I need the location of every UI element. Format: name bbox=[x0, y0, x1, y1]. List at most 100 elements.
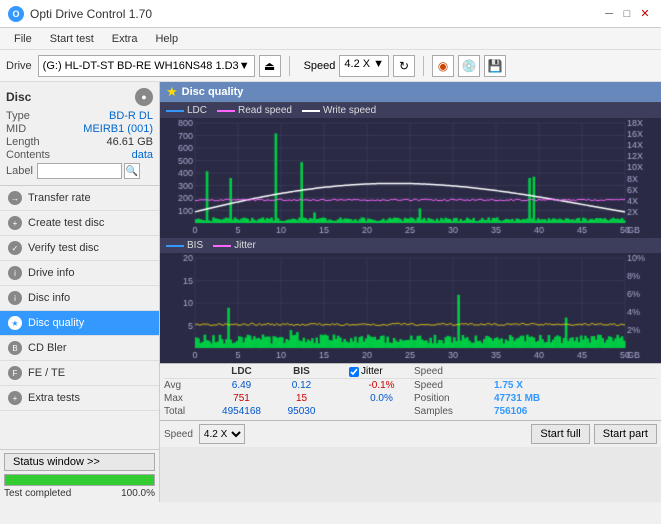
disc-mid-row: MID MEIRB1 (001) bbox=[6, 123, 153, 135]
sidebar-item-drive-info[interactable]: i Drive info bbox=[0, 261, 159, 286]
sidebar-item-disc-info[interactable]: i Disc info bbox=[0, 286, 159, 311]
minimize-button[interactable]: ─ bbox=[601, 6, 617, 22]
drive-info-label: Drive info bbox=[28, 267, 74, 279]
progress-bar-fill bbox=[5, 475, 154, 485]
contents-key: Contents bbox=[6, 149, 50, 161]
avg-jitter: -0.1% bbox=[349, 380, 414, 391]
top-chart-area bbox=[160, 118, 661, 238]
menu-help[interactable]: Help bbox=[147, 31, 186, 47]
ldc-color bbox=[166, 110, 184, 112]
label-search-button[interactable]: 🔍 bbox=[124, 163, 140, 179]
top-chart bbox=[160, 118, 655, 238]
fe-te-label: FE / TE bbox=[28, 367, 65, 379]
create-test-disc-icon: + bbox=[8, 216, 22, 230]
menu-file[interactable]: File bbox=[6, 31, 40, 47]
disc-info-label: Disc info bbox=[28, 292, 70, 304]
eject-button[interactable]: ⏏ bbox=[259, 55, 281, 77]
verify-test-disc-icon: ✓ bbox=[8, 241, 22, 255]
disc-label-row: Label 🔍 bbox=[6, 163, 153, 179]
bottom-chart-area bbox=[160, 253, 661, 363]
menu-start-test[interactable]: Start test bbox=[42, 31, 102, 47]
jitter-legend: Jitter bbox=[213, 240, 256, 251]
fe-te-icon: F bbox=[8, 366, 22, 380]
toolbar: Drive (G:) HL-DT-ST BD-RE WH16NS48 1.D3 … bbox=[0, 50, 661, 82]
disc-contents-row: Contents data bbox=[6, 149, 153, 161]
sidebar-item-extra-tests[interactable]: + Extra tests bbox=[0, 386, 159, 411]
status-section: Status window >> Test completed 100.0% bbox=[0, 449, 159, 502]
avg-speed: 1.75 X bbox=[494, 380, 564, 391]
close-button[interactable]: ✕ bbox=[637, 6, 653, 22]
start-part-button[interactable]: Start part bbox=[594, 424, 657, 444]
transfer-rate-label: Transfer rate bbox=[28, 192, 91, 204]
label-input[interactable] bbox=[37, 163, 122, 179]
start-full-button[interactable]: Start full bbox=[531, 424, 589, 444]
menu-extra[interactable]: Extra bbox=[104, 31, 146, 47]
sidebar-item-verify-test-disc[interactable]: ✓ Verify test disc bbox=[0, 236, 159, 261]
drive-select[interactable]: (G:) HL-DT-ST BD-RE WH16NS48 1.D3 ▼ bbox=[38, 55, 255, 77]
total-label: Total bbox=[164, 406, 209, 417]
create-test-disc-label: Create test disc bbox=[28, 217, 104, 229]
sidebar-item-fe-te[interactable]: F FE / TE bbox=[0, 361, 159, 386]
ldc-header: LDC bbox=[209, 366, 274, 377]
speed-dropdown[interactable]: 4.2 X bbox=[199, 424, 245, 444]
speed-label: Speed bbox=[304, 60, 336, 72]
max-bis: 15 bbox=[274, 393, 329, 404]
bis-header: BIS bbox=[274, 366, 329, 377]
save-button[interactable]: 💾 bbox=[484, 55, 506, 77]
panel-star-icon: ★ bbox=[166, 84, 178, 100]
menu-bar: File Start test Extra Help bbox=[0, 28, 661, 50]
content-area: ★ Disc quality LDC Read speed Write spee… bbox=[160, 82, 661, 502]
maximize-button[interactable]: □ bbox=[619, 6, 635, 22]
status-text: Test completed bbox=[4, 488, 71, 499]
transfer-rate-icon: → bbox=[8, 191, 22, 205]
sidebar-item-create-test-disc[interactable]: + Create test disc bbox=[0, 211, 159, 236]
refresh-button[interactable]: ↻ bbox=[393, 55, 415, 77]
disc-title: Disc bbox=[6, 90, 31, 104]
disc-icon: ● bbox=[135, 88, 153, 106]
action-bar: Speed 4.2 X Start full Start part bbox=[160, 420, 661, 447]
write-speed-color bbox=[302, 110, 320, 112]
progress-bar-container bbox=[4, 474, 155, 486]
speed-select[interactable]: 4.2 X ▼ bbox=[339, 55, 389, 77]
separator2 bbox=[423, 56, 424, 76]
separator bbox=[289, 56, 290, 76]
max-ldc: 751 bbox=[209, 393, 274, 404]
max-label: Max bbox=[164, 393, 209, 404]
avg-label: Avg bbox=[164, 380, 209, 391]
length-val: 46.61 GB bbox=[107, 136, 153, 148]
sidebar-item-disc-quality[interactable]: ★ Disc quality bbox=[0, 311, 159, 336]
drive-text: (G:) HL-DT-ST BD-RE WH16NS48 1.D3 bbox=[43, 60, 239, 72]
speed-col-header: Speed bbox=[414, 366, 494, 377]
jitter-label: Jitter bbox=[234, 240, 256, 251]
max-position: 47731 MB bbox=[494, 393, 564, 404]
bottom-chart bbox=[160, 253, 655, 363]
sidebar-item-cd-bler[interactable]: B CD Bler bbox=[0, 336, 159, 361]
sidebar-item-transfer-rate[interactable]: → Transfer rate bbox=[0, 186, 159, 211]
jitter-checkbox[interactable] bbox=[349, 367, 359, 377]
write-speed-label: Write speed bbox=[323, 105, 376, 116]
cd-bler-icon: B bbox=[8, 341, 22, 355]
status-window-button[interactable]: Status window >> bbox=[4, 453, 155, 471]
total-ldc: 4954168 bbox=[209, 406, 274, 417]
speed-dropdown-label: Speed bbox=[164, 429, 193, 440]
label-key: Label bbox=[6, 165, 33, 177]
extra-tests-label: Extra tests bbox=[28, 392, 80, 404]
drive-info-icon: i bbox=[8, 266, 22, 280]
cd-bler-label: CD Bler bbox=[28, 342, 67, 354]
app-title: Opti Drive Control 1.70 bbox=[30, 7, 152, 21]
verify-test-disc-label: Verify test disc bbox=[28, 242, 99, 254]
type-val: BD-R DL bbox=[109, 110, 153, 122]
read-speed-label: Read speed bbox=[238, 105, 292, 116]
action-buttons: Start full Start part bbox=[531, 424, 657, 444]
type-key: Type bbox=[6, 110, 30, 122]
burn-button[interactable]: ◉ bbox=[432, 55, 454, 77]
disc-type-row: Type BD-R DL bbox=[6, 110, 153, 122]
disc-quality-label: Disc quality bbox=[28, 317, 84, 329]
panel-title: Disc quality bbox=[182, 86, 244, 98]
disc-button[interactable]: 💿 bbox=[458, 55, 480, 77]
disc-quality-icon: ★ bbox=[8, 316, 22, 330]
main-area: Disc ● Type BD-R DL MID MEIRB1 (001) Len… bbox=[0, 82, 661, 502]
title-bar: O Opti Drive Control 1.70 ─ □ ✕ bbox=[0, 0, 661, 28]
bottom-legend: BIS Jitter bbox=[160, 238, 661, 253]
panel-title-bar: ★ Disc quality bbox=[160, 82, 661, 103]
